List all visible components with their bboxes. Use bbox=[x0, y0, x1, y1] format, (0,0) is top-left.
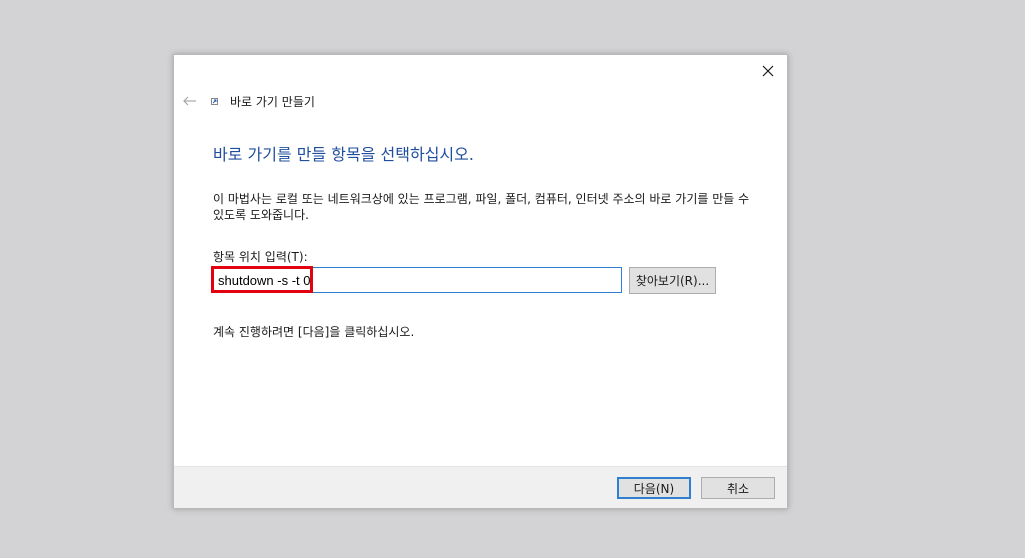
shortcut-icon bbox=[210, 97, 218, 105]
location-field-label: 항목 위치 입력(T): bbox=[213, 250, 308, 264]
wizard-description: 이 마법사는 로컬 또는 네트워크상에 있는 프로그램, 파일, 폴더, 컴퓨터… bbox=[213, 192, 750, 222]
next-button[interactable]: 다음(N) bbox=[617, 477, 691, 499]
back-arrow-icon[interactable] bbox=[182, 93, 198, 109]
footer-bar: 다음(N) 취소 bbox=[174, 466, 787, 508]
location-input[interactable] bbox=[212, 267, 622, 293]
browse-button[interactable]: 찾아보기(R)... bbox=[629, 267, 716, 294]
navigation-row: 바로 가기 만들기 bbox=[182, 91, 315, 111]
close-icon bbox=[762, 62, 774, 81]
close-button[interactable] bbox=[755, 59, 781, 83]
window-title: 바로 가기 만들기 bbox=[230, 94, 315, 109]
create-shortcut-dialog: 바로 가기 만들기 바로 가기를 만들 항목을 선택하십시오. 이 마법사는 로… bbox=[173, 54, 788, 509]
cancel-button[interactable]: 취소 bbox=[701, 477, 775, 499]
page-heading: 바로 가기를 만들 항목을 선택하십시오. bbox=[213, 145, 474, 164]
instruction-text: 계속 진행하려면 [다음]을 클릭하십시오. bbox=[213, 325, 415, 339]
